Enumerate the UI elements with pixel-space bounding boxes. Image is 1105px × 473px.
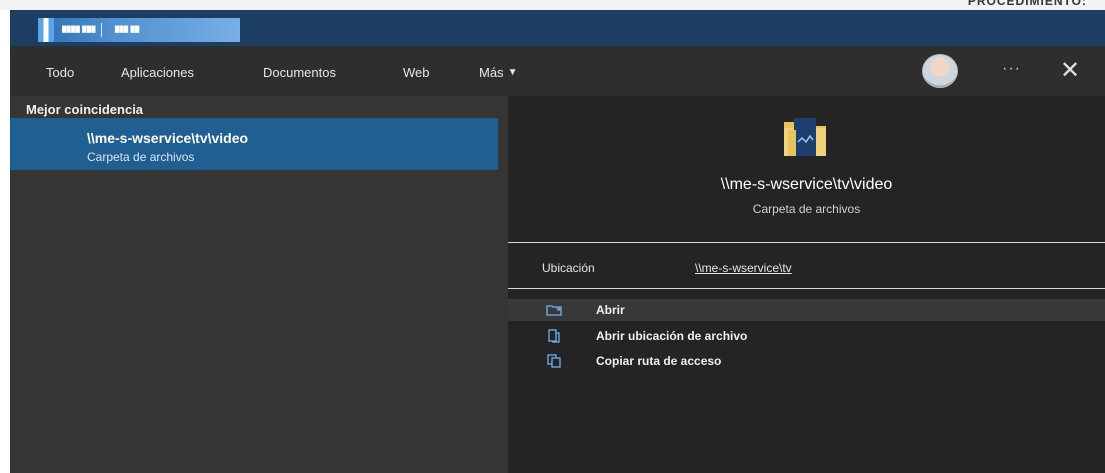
section-heading-best-match: Mejor coincidencia xyxy=(26,102,144,117)
tab-more[interactable]: Más ▼ xyxy=(479,65,517,80)
result-title: \\me-s-wservice\tv\video xyxy=(87,130,249,146)
action-copy-path[interactable]: Copiar ruta de acceso xyxy=(508,350,1105,372)
banner: ████ ███ ███ ██ xyxy=(10,10,1105,46)
result-subtitle: Carpeta de archivos xyxy=(87,150,195,164)
document-header-fragment: PROCEDIMIENTO: xyxy=(967,0,1087,8)
results-pane: Mejor coincidencia \\me-s-wservice\tv\vi… xyxy=(10,96,508,473)
detail-title: \\me-s-wservice\tv\video xyxy=(720,176,893,193)
institution-logo: ████ ███ ███ ██ xyxy=(38,18,240,42)
avatar[interactable] xyxy=(922,54,958,88)
search-window: ████ ███ ███ ██ Todo Aplicaciones Docume… xyxy=(10,10,1105,473)
open-folder-icon xyxy=(546,303,562,317)
result-item-selected[interactable]: \\me-s-wservice\tv\video Carpeta de arch… xyxy=(10,118,498,170)
logo-wordmark: ████ ███ xyxy=(62,27,96,33)
more-options-button[interactable]: ··· xyxy=(1002,60,1021,78)
tab-web[interactable]: Web xyxy=(403,65,430,80)
action-open-label: Abrir xyxy=(596,303,625,317)
action-open-file-location[interactable]: Abrir ubicación de archivo xyxy=(508,325,1105,347)
action-open[interactable]: Abrir xyxy=(508,299,1105,321)
divider xyxy=(508,288,1105,289)
location-link[interactable]: \\me-s-wservice\tv xyxy=(695,261,792,275)
tab-more-label: Más xyxy=(479,65,504,80)
action-open-file-location-label: Abrir ubicación de archivo xyxy=(596,329,748,343)
detail-subtitle: Carpeta de archivos xyxy=(752,202,861,216)
document-top-edge: PROCEDIMIENTO: xyxy=(0,0,1105,10)
folder-icon xyxy=(784,118,826,156)
caret-down-icon: ▼ xyxy=(507,67,518,78)
close-button[interactable]: ✕ xyxy=(1060,56,1080,85)
location-label: Ubicación xyxy=(542,261,595,275)
logo-divider xyxy=(100,23,102,37)
tab-all[interactable]: Todo xyxy=(46,65,74,80)
action-copy-path-label: Copiar ruta de acceso xyxy=(596,354,722,368)
copy-path-icon xyxy=(546,354,562,368)
search-tabbar: Todo Aplicaciones Documentos Web Más ▼ ·… xyxy=(10,46,1105,96)
details-pane: \\me-s-wservice\tv\video Carpeta de arch… xyxy=(508,96,1105,473)
tab-apps[interactable]: Aplicaciones xyxy=(121,65,194,80)
logo-wordmark-secondary: ███ ██ xyxy=(114,27,140,33)
divider xyxy=(508,242,1105,243)
tab-documents[interactable]: Documentos xyxy=(263,65,336,80)
file-location-icon xyxy=(546,329,562,343)
flag-icon xyxy=(38,18,54,42)
